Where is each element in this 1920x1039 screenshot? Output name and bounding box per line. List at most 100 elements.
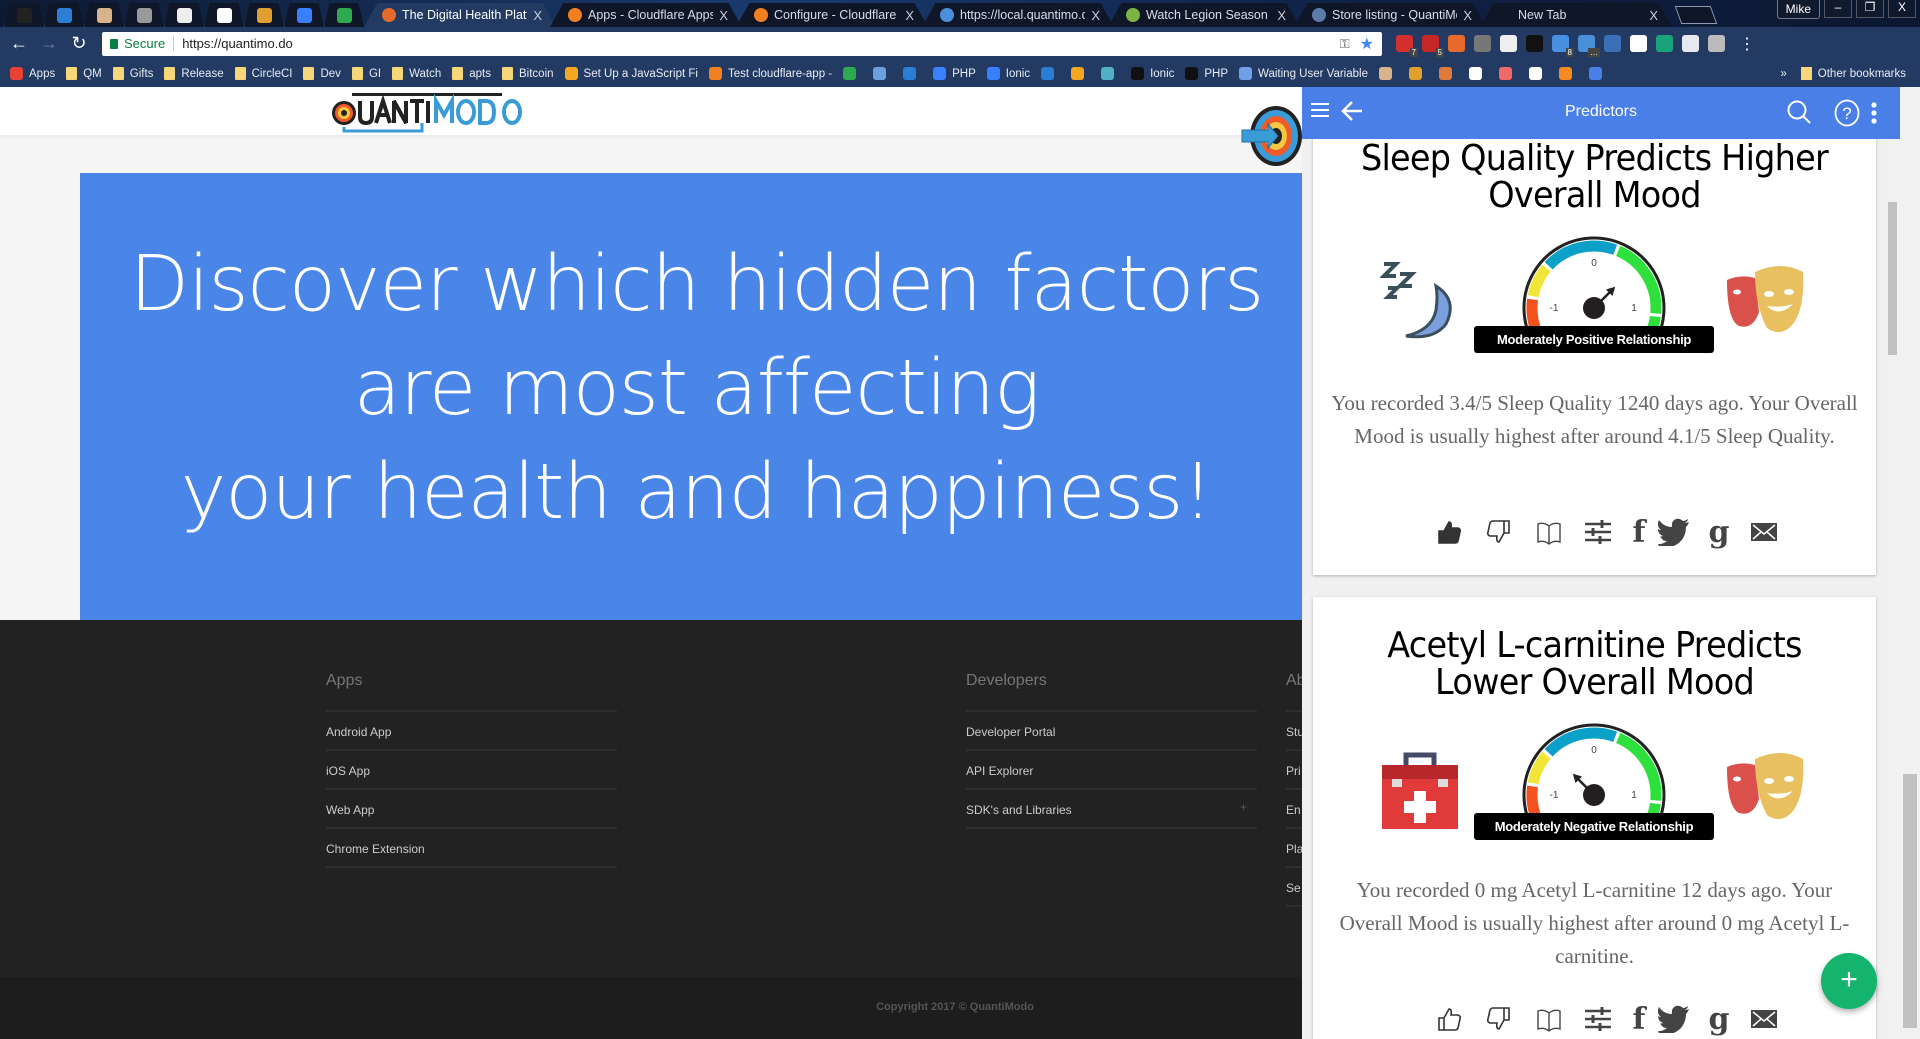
bookmark-item[interactable]: Test cloudflare-app -	[708, 67, 832, 80]
bookmark-item[interactable]: QM	[66, 67, 102, 80]
target-icon[interactable]	[1240, 104, 1304, 173]
settings-sliders-icon[interactable]	[1581, 515, 1615, 549]
inner-scrollbar[interactable]	[1885, 139, 1900, 1039]
browser-tab[interactable]: https://local.quantimo.dc X	[922, 3, 1114, 27]
bookmark-item[interactable]: CircleCI	[234, 67, 292, 80]
more-options-icon[interactable]	[1870, 101, 1878, 130]
thumbs-up-icon[interactable]	[1432, 515, 1466, 549]
browser-tab[interactable]: The Digital Health Platfo X	[364, 3, 556, 27]
footer-link[interactable]: Chrome Extension	[326, 829, 617, 868]
bookmark-item[interactable]: PHP	[1185, 67, 1228, 80]
pinned-tab[interactable]	[164, 3, 204, 27]
bookmark-item[interactable]	[1438, 67, 1458, 80]
pinned-tab[interactable]	[4, 3, 44, 27]
help-icon[interactable]: ?	[1833, 99, 1861, 132]
address-bar[interactable]: Secure https://quantimo.do ⚿ ★	[102, 31, 1382, 56]
chrome-menu-icon[interactable]: ⋮	[1739, 34, 1755, 54]
tab-close-icon[interactable]: X	[1649, 8, 1658, 23]
footer-link[interactable]: API Explorer	[966, 751, 1257, 790]
todo-icon[interactable]: 7	[1396, 35, 1418, 57]
twitter-icon[interactable]	[1657, 515, 1691, 549]
tab-close-icon[interactable]: X	[719, 8, 728, 23]
bookmark-item[interactable]: Ionic	[986, 67, 1030, 80]
bookmark-item[interactable]: apts	[452, 67, 491, 80]
settings-sliders-icon[interactable]	[1581, 1002, 1615, 1036]
translate-icon[interactable]	[1604, 35, 1621, 52]
footer-link[interactable]: Android App	[326, 712, 617, 751]
bookmark-item[interactable]: Set Up a JavaScript Fi	[564, 67, 698, 80]
bookmark-item[interactable]: PHP	[933, 67, 976, 80]
facebook-icon[interactable]: f	[1622, 515, 1656, 550]
bookmark-item[interactable]	[1528, 67, 1548, 80]
thumbs-up-icon[interactable]	[1432, 1002, 1466, 1036]
restore-button[interactable]: ❐	[1856, 0, 1884, 18]
tab-close-icon[interactable]: X	[1463, 8, 1472, 23]
footer-link[interactable]: Developer Portal	[966, 712, 1257, 751]
pinned-tab[interactable]	[44, 3, 84, 27]
google-plus-icon[interactable]: g	[1702, 1002, 1736, 1037]
bookmark-item[interactable]: GI	[351, 67, 381, 80]
thumbs-down-icon[interactable]	[1482, 515, 1516, 549]
bookmark-item[interactable]: Watch	[392, 67, 441, 80]
bookmark-item[interactable]: Gifts	[112, 67, 153, 80]
bookmark-item[interactable]: Dev	[303, 67, 341, 80]
book-icon[interactable]	[1532, 1002, 1566, 1036]
outer-scrollbar[interactable]	[1900, 87, 1920, 1039]
pin-icon[interactable]	[1630, 35, 1647, 52]
tab-close-icon[interactable]: X	[1277, 8, 1286, 23]
browser-tab[interactable]: Configure - Cloudflare A X	[736, 3, 928, 27]
close-window-button[interactable]: X	[1888, 0, 1916, 18]
tab-close-icon[interactable]: X	[1091, 8, 1100, 23]
bookmark-item[interactable]: Apps	[10, 67, 55, 80]
bookmark-item[interactable]	[1408, 67, 1428, 80]
footer-link[interactable]: Web App	[326, 790, 617, 829]
list-icon[interactable]	[1708, 35, 1725, 52]
tab-close-icon[interactable]: X	[905, 8, 914, 23]
bookmark-item[interactable]	[873, 67, 892, 80]
pinned-tab[interactable]	[204, 3, 244, 27]
expand-icon[interactable]: +	[1240, 800, 1247, 814]
email-icon[interactable]	[1747, 1002, 1781, 1036]
scrollbar-thumb[interactable]	[1888, 202, 1897, 355]
bookmark-item[interactable]	[1498, 67, 1518, 80]
bookmark-item[interactable]	[903, 67, 922, 80]
bookmark-item[interactable]	[1071, 67, 1090, 80]
marker-icon[interactable]	[1656, 35, 1673, 52]
bookmark-star-icon[interactable]: ★	[1360, 34, 1374, 54]
google-plus-icon[interactable]: g	[1702, 515, 1736, 550]
reload-icon[interactable]: ↻	[64, 33, 94, 54]
minimize-button[interactable]: –	[1824, 0, 1852, 18]
bookmark-item[interactable]: Release	[164, 67, 224, 80]
browser-tab[interactable]: Store listing - QuantiMo X	[1294, 3, 1486, 27]
bookmark-item[interactable]	[1041, 67, 1060, 80]
profile-button[interactable]: Mike	[1776, 0, 1820, 19]
browser-tab[interactable]: Watch Legion Season 01 X	[1108, 3, 1300, 27]
bookmark-item[interactable]	[1588, 67, 1608, 80]
screen-icon[interactable]: …	[1578, 35, 1600, 57]
browser-tab[interactable]: Apps - Cloudflare Apps X	[550, 3, 742, 27]
bookmark-item[interactable]	[1558, 67, 1578, 80]
add-fab-button[interactable]: +	[1821, 953, 1877, 1009]
bookmark-item[interactable]	[843, 67, 862, 80]
bookmark-item[interactable]	[1101, 67, 1120, 80]
pinned-tab[interactable]	[324, 3, 364, 27]
email-icon[interactable]	[1747, 515, 1781, 549]
adblock-plus-icon[interactable]: 5	[1422, 35, 1444, 57]
bookmark-item[interactable]	[1378, 67, 1398, 80]
forward-icon[interactable]: →	[34, 33, 64, 54]
search-icon[interactable]	[1786, 99, 1812, 130]
footer-link[interactable]: SDK's and Libraries +	[966, 790, 1257, 829]
facebook-icon[interactable]: f	[1622, 1002, 1656, 1037]
bookmark-item[interactable]: Waiting User Variable	[1239, 67, 1368, 80]
bookmark-item[interactable]: Bitcoin	[502, 67, 554, 80]
gear-icon[interactable]	[1474, 35, 1491, 52]
pinned-tab[interactable]	[84, 3, 124, 27]
jetbrains-icon[interactable]	[1526, 35, 1543, 52]
pinned-tab[interactable]	[284, 3, 324, 27]
bookmark-item[interactable]	[1468, 67, 1488, 80]
key-icon[interactable]: ⚿	[1340, 36, 1350, 52]
pinned-tab[interactable]	[244, 3, 284, 27]
other-bookmarks[interactable]: Other bookmarks	[1818, 68, 1906, 80]
bookmark-item[interactable]: Ionic	[1131, 67, 1174, 80]
new-tab-button[interactable]	[1674, 6, 1718, 24]
